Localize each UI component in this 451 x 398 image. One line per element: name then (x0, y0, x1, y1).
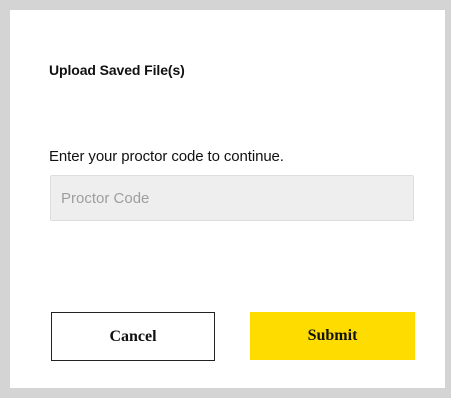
dialog-title: Upload Saved File(s) (49, 62, 185, 78)
proctor-code-input[interactable] (50, 175, 414, 221)
upload-saved-files-dialog: Upload Saved File(s) Enter your proctor … (10, 10, 445, 388)
modal-backdrop: Upload Saved File(s) Enter your proctor … (0, 0, 451, 398)
submit-button[interactable]: Submit (250, 312, 415, 360)
proctor-code-instruction: Enter your proctor code to continue. (49, 148, 284, 165)
cancel-button[interactable]: Cancel (51, 312, 215, 361)
